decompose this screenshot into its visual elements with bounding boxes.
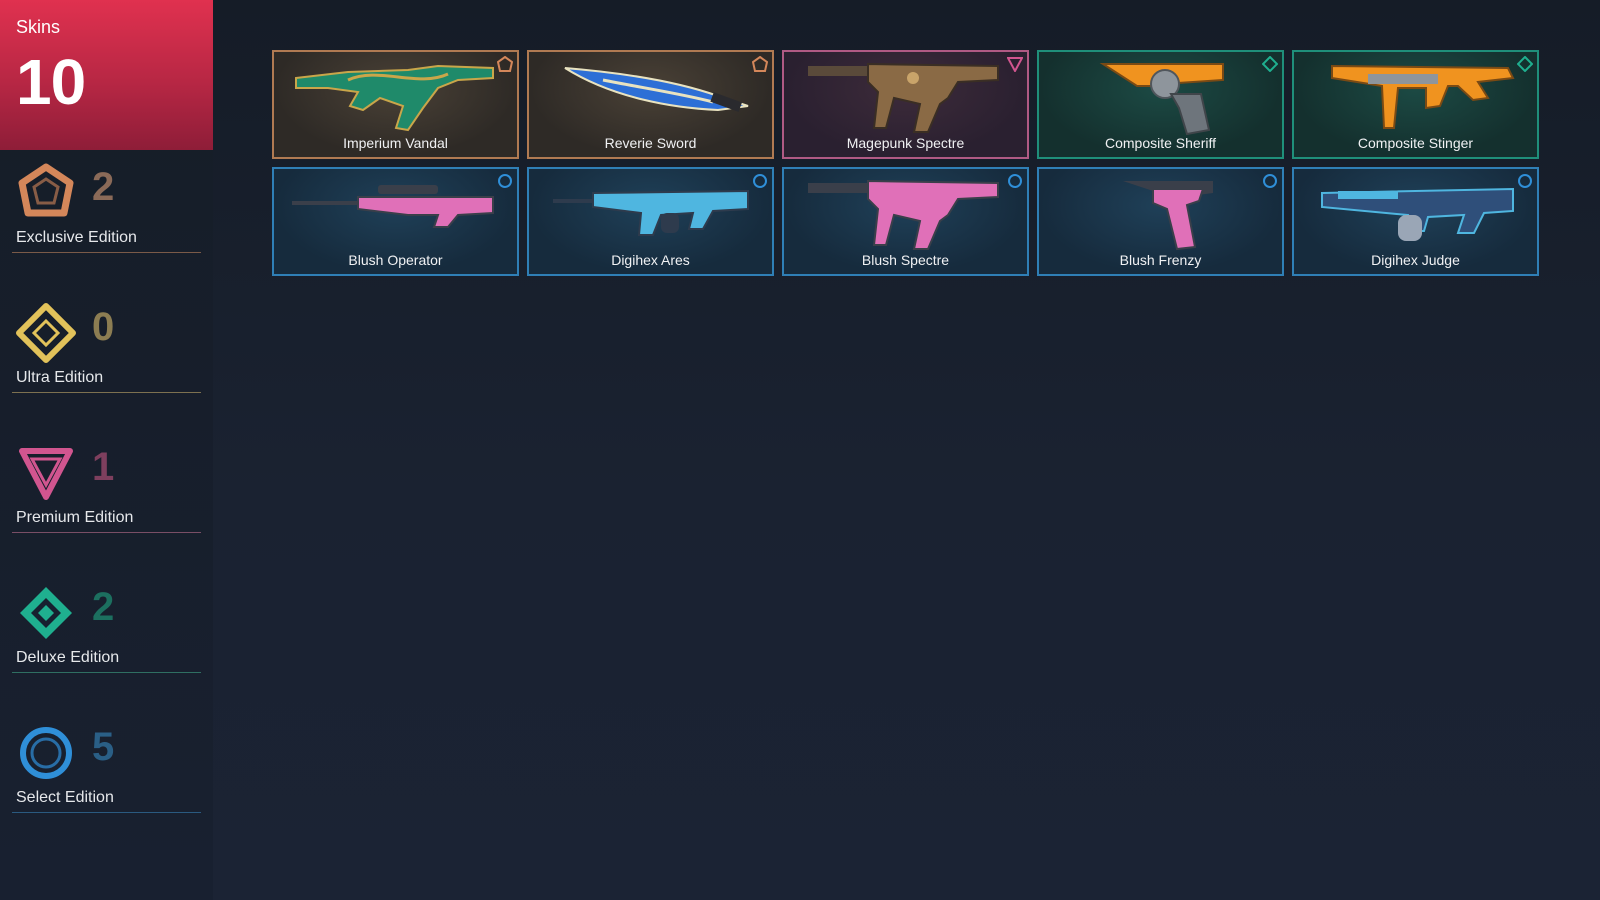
- premium-badge-icon: [1007, 57, 1023, 72]
- pistol-icon: [1123, 181, 1213, 251]
- skins-grid: Imperium Vandal Reverie Sword Magepunk S…: [272, 50, 1539, 276]
- tier-premium-count: 1: [92, 445, 115, 489]
- skin-card-composite-sheriff[interactable]: Composite Sheriff: [1037, 50, 1284, 159]
- skin-name: Blush Operator: [348, 252, 443, 268]
- select-badge-icon: [1518, 174, 1532, 188]
- sidebar: Skins 10 2 Exclusive Edition 0 Ultra Edi…: [0, 0, 213, 900]
- premium-tier-icon: [19, 448, 73, 500]
- deluxe-tier-icon: [20, 587, 72, 639]
- skin-card-reverie-sword[interactable]: Reverie Sword: [527, 50, 774, 159]
- skin-card-composite-stinger[interactable]: Composite Stinger: [1292, 50, 1539, 159]
- smg-icon: [808, 62, 999, 133]
- skin-name: Imperium Vandal: [343, 135, 448, 151]
- skin-card-digihex-judge[interactable]: Digihex Judge: [1292, 167, 1539, 276]
- skin-name: Blush Spectre: [861, 252, 950, 268]
- exclusive-tier-icon: [18, 163, 74, 217]
- tier-exclusive[interactable]: 2 Exclusive Edition: [12, 163, 201, 253]
- lmg-icon: [553, 189, 749, 236]
- skin-card-magepunk-spectre[interactable]: Magepunk Spectre: [782, 50, 1029, 159]
- exclusive-badge-icon: [752, 56, 768, 72]
- skin-name: Digihex Judge: [1371, 252, 1460, 268]
- total-skins-label: Skins: [16, 17, 61, 37]
- tier-select-count: 5: [92, 725, 115, 769]
- select-tier-icon: [20, 727, 72, 779]
- skin-card-digihex-ares[interactable]: Digihex Ares: [527, 167, 774, 276]
- sword-icon: [564, 67, 749, 112]
- ultra-tier-icon: [16, 303, 76, 363]
- deluxe-badge-icon: [1262, 56, 1278, 72]
- skin-name: Reverie Sword: [604, 135, 697, 151]
- skin-name: Composite Stinger: [1357, 135, 1474, 151]
- smg-icon: [808, 179, 999, 250]
- skin-card-blush-spectre[interactable]: Blush Spectre: [782, 167, 1029, 276]
- skin-name: Magepunk Spectre: [846, 135, 965, 151]
- sniper-icon: [292, 185, 494, 228]
- skin-card-blush-operator[interactable]: Blush Operator: [272, 167, 519, 276]
- select-badge-icon: [498, 174, 512, 188]
- pistol-icon: [1099, 63, 1224, 136]
- skin-name: Digihex Ares: [611, 252, 690, 268]
- shotgun-icon: [1321, 187, 1514, 241]
- skin-name: Blush Frenzy: [1119, 252, 1202, 268]
- select-badge-icon: [1008, 174, 1022, 188]
- tier-ultra-count: 0: [92, 305, 115, 349]
- tier-deluxe-count: 2: [92, 585, 115, 629]
- tier-deluxe-label: Deluxe Edition: [16, 649, 120, 666]
- rifle-icon: [295, 64, 494, 132]
- deluxe-badge-icon: [1517, 56, 1533, 72]
- tier-premium[interactable]: 1 Premium Edition: [12, 443, 201, 533]
- tier-exclusive-label: Exclusive Edition: [16, 229, 137, 246]
- skin-card-blush-frenzy[interactable]: Blush Frenzy: [1037, 167, 1284, 276]
- tier-select-label: Select Edition: [16, 789, 114, 806]
- total-skins-count: 10: [16, 46, 86, 118]
- tier-deluxe[interactable]: 2 Deluxe Edition: [12, 583, 201, 673]
- total-skins-card: Skins 10: [0, 0, 213, 150]
- tier-premium-label: Premium Edition: [16, 509, 134, 526]
- skin-card-imperium-vandal[interactable]: Imperium Vandal: [272, 50, 519, 159]
- exclusive-badge-icon: [497, 56, 513, 72]
- select-badge-icon: [1263, 174, 1277, 188]
- tier-ultra-label: Ultra Edition: [16, 369, 104, 386]
- select-badge-icon: [753, 174, 767, 188]
- tier-exclusive-count: 2: [92, 165, 115, 209]
- tier-select[interactable]: 5 Select Edition: [12, 723, 201, 813]
- skin-name: Composite Sheriff: [1104, 135, 1216, 151]
- smg-icon: [1331, 64, 1515, 129]
- tier-ultra[interactable]: 0 Ultra Edition: [12, 303, 201, 393]
